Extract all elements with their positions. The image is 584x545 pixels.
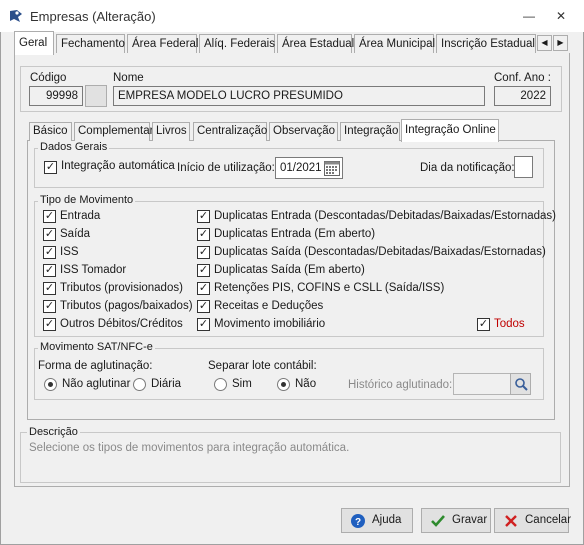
- cancelar-button[interactable]: Cancelar: [494, 508, 572, 533]
- receitas-label: Receitas e Deduções: [214, 300, 324, 312]
- codigo-lookup-button[interactable]: [85, 85, 107, 107]
- inner-tab-integracao-online[interactable]: Integração Online: [401, 119, 499, 142]
- dup-saida-aberto-checkbox[interactable]: ✓: [197, 264, 210, 277]
- inicio-utilizacao-label: Início de utilização:: [177, 162, 275, 174]
- tab-area-estadual[interactable]: Área Estadual: [277, 34, 354, 54]
- iss-tomador-checkbox[interactable]: ✓: [43, 264, 56, 277]
- gravar-button[interactable]: Gravar: [421, 508, 491, 533]
- nao-aglutinar-label: Não aglutinar: [62, 378, 131, 390]
- saida-label: Saída: [60, 228, 91, 240]
- movimento-imobiliario-label: Movimento imobiliário: [214, 318, 326, 330]
- dup-saida-desc-checkbox[interactable]: ✓: [197, 246, 210, 259]
- tributos-pagos-checkbox[interactable]: ✓: [43, 300, 56, 313]
- separar-lote-label: Separar lote contábil:: [208, 360, 317, 372]
- saida-checkbox[interactable]: ✓: [43, 228, 56, 241]
- inner-tab-observacao[interactable]: Observação: [269, 122, 338, 141]
- dup-entrada-desc-label: Duplicatas Entrada (Descontadas/Debitada…: [214, 210, 556, 222]
- tab-geral[interactable]: Geral: [14, 31, 54, 55]
- historico-search-button[interactable]: [510, 373, 531, 395]
- tributos-provisionados-checkbox[interactable]: ✓: [43, 282, 56, 295]
- app-icon: [10, 10, 22, 22]
- tab-fechamento[interactable]: Fechamento: [56, 34, 125, 54]
- descricao-group: [20, 432, 561, 483]
- inner-tab-livros[interactable]: Livros: [152, 122, 190, 141]
- historico-aglutinado-field[interactable]: [453, 373, 511, 395]
- sim-radio[interactable]: [214, 378, 227, 391]
- calendar-icon[interactable]: [323, 159, 341, 177]
- search-icon: [515, 378, 528, 391]
- inner-tab-basico[interactable]: Básico: [29, 122, 72, 141]
- codigo-field[interactable]: 99998: [29, 86, 83, 106]
- tab-area-federal[interactable]: Área Federal: [127, 34, 198, 54]
- nao-aglutinar-radio[interactable]: [44, 378, 57, 391]
- dup-saida-desc-label: Duplicatas Saída (Descontadas/Debitadas/…: [214, 246, 546, 258]
- inicio-utilizacao-value: 01/2021: [280, 162, 322, 174]
- historico-aglutinado-label: Histórico aglutinado:: [348, 379, 453, 391]
- retencoes-label: Retenções PIS, COFINS e CSLL (Saída/ISS): [214, 282, 445, 294]
- cancelar-label: Cancelar: [525, 514, 572, 526]
- ajuda-label: Ajuda: [372, 514, 402, 526]
- tab-scroll-right-button[interactable]: ▶: [553, 35, 568, 51]
- conf-ano-field[interactable]: 2022: [494, 86, 551, 106]
- help-icon: ?: [351, 514, 365, 528]
- nome-field[interactable]: EMPRESA MODELO LUCRO PRESUMIDO: [113, 86, 485, 106]
- iss-checkbox[interactable]: ✓: [43, 246, 56, 259]
- dup-saida-aberto-label: Duplicatas Saída (Em aberto): [214, 264, 365, 276]
- movimento-imobiliario-checkbox[interactable]: ✓: [197, 318, 210, 331]
- retencoes-checkbox[interactable]: ✓: [197, 282, 210, 295]
- conf-ano-label: Conf. Ano :: [494, 72, 551, 84]
- dia-notificacao-field[interactable]: [514, 156, 533, 178]
- iss-label: ISS: [60, 246, 79, 258]
- entrada-label: Entrada: [60, 210, 101, 222]
- dados-gerais-legend: Dados Gerais: [38, 141, 110, 153]
- outros-debitos-checkbox[interactable]: ✓: [43, 318, 56, 331]
- diaria-radio[interactable]: [133, 378, 146, 391]
- receitas-checkbox[interactable]: ✓: [197, 300, 210, 313]
- entrada-checkbox[interactable]: ✓: [43, 210, 56, 223]
- todos-label: Todos: [494, 318, 525, 330]
- sat-legend: Movimento SAT/NFC-e: [38, 341, 155, 353]
- descricao-legend: Descrição: [27, 426, 80, 438]
- minimize-button[interactable]: —: [521, 8, 537, 24]
- checkmark-icon: [431, 515, 445, 527]
- dup-entrada-aberto-label: Duplicatas Entrada (Em aberto): [214, 228, 376, 240]
- integracao-automatica-label: Integração automática: [61, 160, 175, 172]
- window-title: Empresas (Alteração): [30, 9, 156, 24]
- tab-area-municipal[interactable]: Área Municipal: [354, 34, 435, 54]
- dia-notificacao-label: Dia da notificação:: [420, 162, 515, 174]
- dup-entrada-aberto-checkbox[interactable]: ✓: [197, 228, 210, 241]
- inner-tab-centralizacao[interactable]: Centralização: [193, 122, 267, 141]
- outros-debitos-label: Outros Débitos/Créditos: [60, 318, 183, 330]
- diaria-label: Diária: [151, 378, 182, 390]
- nao-radio[interactable]: [277, 378, 290, 391]
- tributos-pagos-label: Tributos (pagos/baixados): [60, 300, 193, 312]
- iss-tomador-label: ISS Tomador: [60, 264, 127, 276]
- tab-inscricao-estadual[interactable]: Inscrição Estadual S: [436, 34, 536, 54]
- forma-aglutinacao-label: Forma de aglutinação:: [38, 360, 153, 372]
- nao-label: Não: [295, 378, 317, 390]
- svg-text:?: ?: [355, 517, 361, 528]
- sim-label: Sim: [232, 378, 252, 390]
- codigo-label: Código: [30, 72, 67, 84]
- cancel-x-icon: [505, 515, 517, 527]
- title-bar: Empresas (Alteração) — ✕: [0, 0, 584, 32]
- todos-checkbox[interactable]: ✓: [477, 318, 490, 331]
- tributos-provisionados-label: Tributos (provisionados): [60, 282, 183, 294]
- close-button[interactable]: ✕: [553, 8, 569, 24]
- tab-aliq-federais[interactable]: Alíq. Federais: [199, 34, 275, 54]
- tipo-movimento-legend: Tipo de Movimento: [38, 194, 136, 206]
- inner-tab-integracao[interactable]: Integração: [340, 122, 400, 141]
- ajuda-button[interactable]: ? Ajuda: [341, 508, 413, 533]
- nome-label: Nome: [113, 72, 144, 84]
- tab-scroll-left-button[interactable]: ◀: [537, 35, 552, 51]
- gravar-label: Gravar: [452, 514, 488, 526]
- integracao-automatica-checkbox[interactable]: ✓: [44, 161, 57, 174]
- inner-tab-complementar[interactable]: Complementar: [74, 122, 153, 141]
- descricao-text: Selecione os tipos de movimentos para in…: [29, 442, 350, 454]
- dup-entrada-desc-checkbox[interactable]: ✓: [197, 210, 210, 223]
